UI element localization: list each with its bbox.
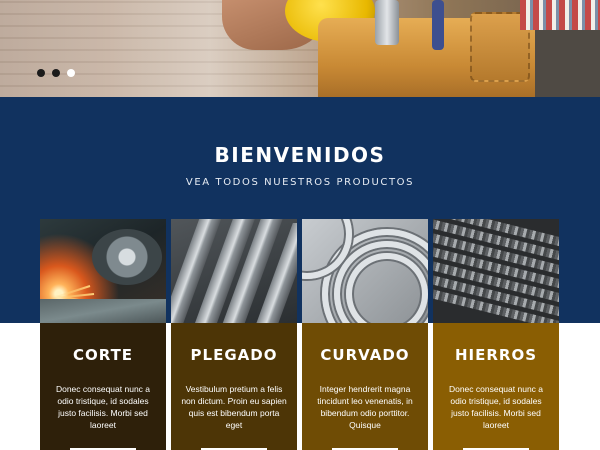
screwdriver-image xyxy=(432,0,444,50)
slider-pagination xyxy=(37,69,75,77)
rebar-image xyxy=(433,219,559,323)
card-title: PLEGADO xyxy=(190,346,278,364)
slider-dot-3[interactable] xyxy=(67,69,75,77)
card-description: Vestibulum pretium a felis non dictum. P… xyxy=(181,384,287,430)
card-title: HIERROS xyxy=(454,346,538,364)
cutting-sparks-image xyxy=(40,219,166,323)
angle-iron-image xyxy=(171,219,297,323)
product-card-hierros[interactable]: HIERROS Donec consequat nunc a odio tris… xyxy=(433,219,559,450)
card-body: CURVADO Integer hendrerit magna tincidun… xyxy=(302,323,428,450)
card-title: CORTE xyxy=(72,346,134,364)
product-card-plegado[interactable]: PLEGADO Vestibulum pretium a felis non d… xyxy=(171,219,297,450)
steel-rings-image xyxy=(302,219,428,323)
card-title: CURVADO xyxy=(320,346,410,364)
card-description: Donec consequat nunc a odio tristique, i… xyxy=(448,384,544,430)
product-card-corte[interactable]: CORTE Donec consequat nunc a odio tristi… xyxy=(40,219,166,450)
card-body: PLEGADO Vestibulum pretium a felis non d… xyxy=(171,323,297,450)
metal-table-image xyxy=(40,299,166,323)
grinder-disc-image xyxy=(92,229,162,285)
card-body: HIERROS Donec consequat nunc a odio tris… xyxy=(433,323,559,450)
plaid-shirt-image xyxy=(520,0,600,30)
card-description: Integer hendrerit magna tincidunt leo ve… xyxy=(317,384,413,430)
product-card-curvado[interactable]: CURVADO Integer hendrerit magna tincidun… xyxy=(302,219,428,450)
card-description: Donec consequat nunc a odio tristique, i… xyxy=(55,384,151,430)
tool-image xyxy=(375,0,399,45)
card-body: CORTE Donec consequat nunc a odio tristi… xyxy=(40,323,166,450)
hero-slider xyxy=(0,0,600,97)
welcome-title: BIENVENIDOS xyxy=(214,143,386,167)
jeans-image xyxy=(535,30,600,97)
slider-dot-1[interactable] xyxy=(37,69,45,77)
slider-dot-2[interactable] xyxy=(52,69,60,77)
products-link[interactable]: VEA TODOS NUESTROS PRODUCTOS xyxy=(0,177,600,188)
